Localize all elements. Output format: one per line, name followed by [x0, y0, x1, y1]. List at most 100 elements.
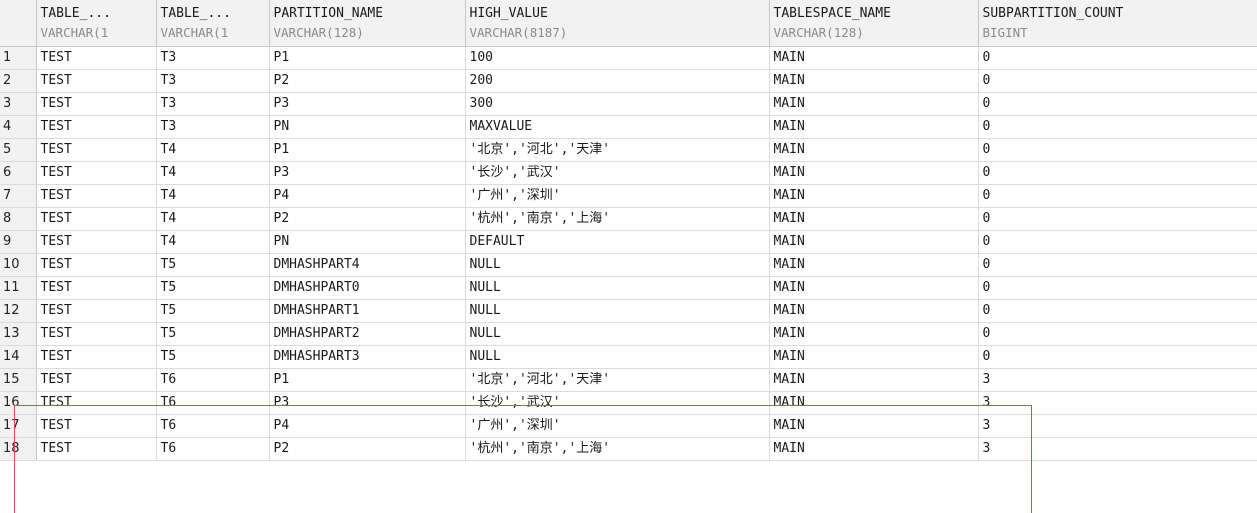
cell-subpartition-count[interactable]: 0	[978, 46, 1257, 70]
row-number[interactable]: 18	[0, 437, 37, 461]
table-row[interactable]: 7 TEST T4 P4 '广州','深圳' MAIN 0	[0, 184, 1257, 208]
cell-table-owner[interactable]: TEST	[36, 368, 157, 392]
cell-high-value[interactable]: NULL	[465, 299, 770, 323]
cell-high-value[interactable]: '长沙','武汉'	[465, 391, 770, 415]
cell-tablespace-name[interactable]: MAIN	[769, 276, 979, 300]
cell-partition-name[interactable]: P3	[269, 92, 466, 116]
cell-partition-name[interactable]: P2	[269, 69, 466, 93]
row-number[interactable]: 11	[0, 276, 37, 300]
table-row[interactable]: 4 TEST T3 PN MAXVALUE MAIN 0	[0, 115, 1257, 139]
cell-partition-name[interactable]: P2	[269, 437, 466, 461]
cell-subpartition-count[interactable]: 0	[978, 138, 1257, 162]
cell-table-name[interactable]: T5	[156, 253, 270, 277]
cell-table-owner[interactable]: TEST	[36, 391, 157, 415]
table-row[interactable]: 8 TEST T4 P2 '杭州','南京','上海' MAIN 0	[0, 207, 1257, 231]
cell-table-owner[interactable]: TEST	[36, 345, 157, 369]
cell-table-owner[interactable]: TEST	[36, 115, 157, 139]
cell-tablespace-name[interactable]: MAIN	[769, 230, 979, 254]
row-number[interactable]: 10	[0, 253, 37, 277]
table-row[interactable]: 10 TEST T5 DMHASHPART4 NULL MAIN 0	[0, 253, 1257, 277]
cell-tablespace-name[interactable]: MAIN	[769, 161, 979, 185]
cell-table-owner[interactable]: TEST	[36, 230, 157, 254]
cell-table-name[interactable]: T3	[156, 46, 270, 70]
cell-subpartition-count[interactable]: 3	[978, 414, 1257, 438]
cell-subpartition-count[interactable]: 0	[978, 299, 1257, 323]
cell-subpartition-count[interactable]: 3	[978, 437, 1257, 461]
cell-table-name[interactable]: T5	[156, 299, 270, 323]
cell-table-name[interactable]: T6	[156, 414, 270, 438]
cell-tablespace-name[interactable]: MAIN	[769, 46, 979, 70]
cell-tablespace-name[interactable]: MAIN	[769, 207, 979, 231]
column-header-table-owner[interactable]: TABLE_... VARCHAR(1	[36, 0, 157, 47]
cell-table-name[interactable]: T3	[156, 69, 270, 93]
cell-partition-name[interactable]: P3	[269, 391, 466, 415]
cell-tablespace-name[interactable]: MAIN	[769, 92, 979, 116]
cell-subpartition-count[interactable]: 0	[978, 322, 1257, 346]
cell-subpartition-count[interactable]: 0	[978, 184, 1257, 208]
table-row[interactable]: 12 TEST T5 DMHASHPART1 NULL MAIN 0	[0, 299, 1257, 323]
cell-subpartition-count[interactable]: 0	[978, 207, 1257, 231]
table-row[interactable]: 11 TEST T5 DMHASHPART0 NULL MAIN 0	[0, 276, 1257, 300]
row-number[interactable]: 5	[0, 138, 37, 162]
row-number[interactable]: 4	[0, 115, 37, 139]
cell-high-value[interactable]: NULL	[465, 253, 770, 277]
cell-tablespace-name[interactable]: MAIN	[769, 322, 979, 346]
cell-high-value[interactable]: '广州','深圳'	[465, 414, 770, 438]
cell-high-value[interactable]: NULL	[465, 322, 770, 346]
cell-table-name[interactable]: T5	[156, 276, 270, 300]
cell-high-value[interactable]: NULL	[465, 345, 770, 369]
column-header-partition-name[interactable]: PARTITION_NAME VARCHAR(128)	[269, 0, 466, 47]
cell-partition-name[interactable]: DMHASHPART4	[269, 253, 466, 277]
table-row[interactable]: 18 TEST T6 P2 '杭州','南京','上海' MAIN 3	[0, 437, 1257, 461]
row-number[interactable]: 8	[0, 207, 37, 231]
cell-high-value[interactable]: '长沙','武汉'	[465, 161, 770, 185]
column-header-subpartition-count[interactable]: SUBPARTITION_COUNT BIGINT	[978, 0, 1257, 47]
cell-table-owner[interactable]: TEST	[36, 276, 157, 300]
cell-partition-name[interactable]: DMHASHPART1	[269, 299, 466, 323]
cell-tablespace-name[interactable]: MAIN	[769, 115, 979, 139]
cell-subpartition-count[interactable]: 3	[978, 391, 1257, 415]
cell-table-name[interactable]: T4	[156, 161, 270, 185]
cell-tablespace-name[interactable]: MAIN	[769, 69, 979, 93]
cell-partition-name[interactable]: DMHASHPART2	[269, 322, 466, 346]
cell-subpartition-count[interactable]: 0	[978, 161, 1257, 185]
cell-table-name[interactable]: T4	[156, 138, 270, 162]
row-number[interactable]: 1	[0, 46, 37, 70]
cell-subpartition-count[interactable]: 3	[978, 368, 1257, 392]
cell-table-name[interactable]: T3	[156, 92, 270, 116]
cell-table-owner[interactable]: TEST	[36, 299, 157, 323]
cell-partition-name[interactable]: PN	[269, 230, 466, 254]
cell-high-value[interactable]: '北京','河北','天津'	[465, 368, 770, 392]
table-row[interactable]: 2 TEST T3 P2 200 MAIN 0	[0, 69, 1257, 93]
cell-subpartition-count[interactable]: 0	[978, 115, 1257, 139]
cell-high-value[interactable]: '广州','深圳'	[465, 184, 770, 208]
row-number[interactable]: 2	[0, 69, 37, 93]
cell-high-value[interactable]: '杭州','南京','上海'	[465, 207, 770, 231]
cell-tablespace-name[interactable]: MAIN	[769, 184, 979, 208]
cell-high-value[interactable]: 100	[465, 46, 770, 70]
cell-tablespace-name[interactable]: MAIN	[769, 299, 979, 323]
cell-tablespace-name[interactable]: MAIN	[769, 368, 979, 392]
table-row[interactable]: 16 TEST T6 P3 '长沙','武汉' MAIN 3	[0, 391, 1257, 415]
cell-table-owner[interactable]: TEST	[36, 46, 157, 70]
cell-tablespace-name[interactable]: MAIN	[769, 345, 979, 369]
cell-subpartition-count[interactable]: 0	[978, 276, 1257, 300]
cell-partition-name[interactable]: DMHASHPART3	[269, 345, 466, 369]
table-row[interactable]: 9 TEST T4 PN DEFAULT MAIN 0	[0, 230, 1257, 254]
table-row[interactable]: 13 TEST T5 DMHASHPART2 NULL MAIN 0	[0, 322, 1257, 346]
cell-partition-name[interactable]: P1	[269, 368, 466, 392]
cell-partition-name[interactable]: PN	[269, 115, 466, 139]
cell-subpartition-count[interactable]: 0	[978, 345, 1257, 369]
column-header-table-name[interactable]: TABLE_... VARCHAR(1	[156, 0, 270, 47]
cell-table-name[interactable]: T4	[156, 230, 270, 254]
row-number[interactable]: 9	[0, 230, 37, 254]
cell-high-value[interactable]: 200	[465, 69, 770, 93]
row-number[interactable]: 12	[0, 299, 37, 323]
cell-high-value[interactable]: 300	[465, 92, 770, 116]
row-number[interactable]: 14	[0, 345, 37, 369]
cell-table-owner[interactable]: TEST	[36, 138, 157, 162]
cell-table-name[interactable]: T6	[156, 391, 270, 415]
row-number[interactable]: 17	[0, 414, 37, 438]
cell-table-owner[interactable]: TEST	[36, 207, 157, 231]
row-number[interactable]: 16	[0, 391, 37, 415]
